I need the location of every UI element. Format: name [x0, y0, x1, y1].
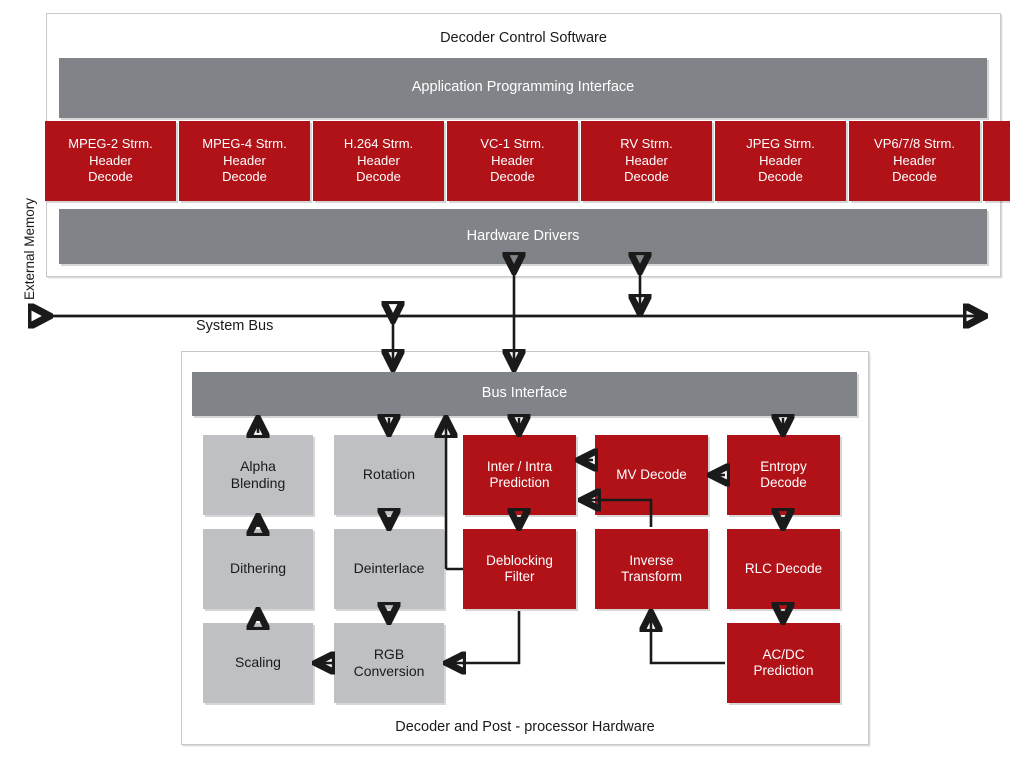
- external-memory-label: External Memory: [22, 197, 37, 300]
- codec-line1: VC-1 Strm.: [480, 135, 545, 151]
- codec-line1: H.264 Strm.: [343, 135, 414, 151]
- hardware-drivers-bar: Hardware Drivers: [59, 209, 987, 264]
- codec-block-rv: RV Strm. Header Decode: [581, 121, 712, 201]
- block-rgb-conversion: RGB Conversion: [334, 623, 444, 703]
- codec-line3: Decode: [356, 169, 401, 185]
- codec-line2: Header: [89, 152, 132, 168]
- codec-line1: MPEG-2 Strm.: [68, 135, 153, 151]
- bus-interface-label: Bus Interface: [481, 385, 568, 402]
- bus-interface-bar: Bus Interface: [192, 372, 857, 416]
- codec-line1: RV Strm.: [620, 135, 673, 151]
- codec-line3: Decode: [624, 169, 669, 185]
- block-line2: Prediction: [753, 663, 814, 678]
- codec-line2: Header: [625, 152, 668, 168]
- block-dithering: Dithering: [203, 529, 313, 609]
- block-line1: Entropy: [760, 458, 807, 474]
- block-rlc-decode: RLC Decode: [727, 529, 840, 609]
- block-line1: Inverse: [629, 552, 674, 568]
- api-bar-label: Application Programming Interface: [411, 79, 635, 96]
- block-deblocking-filter: Deblocking Filter: [463, 529, 576, 609]
- codec-line3: Decode: [222, 169, 267, 185]
- block-line1: Alpha: [240, 457, 276, 474]
- system-bus-label: System Bus: [196, 318, 274, 334]
- block-line2: Blending: [230, 475, 286, 491]
- block-entropy-decode: Entropy Decode: [727, 435, 840, 515]
- block-line1: Scaling: [235, 654, 281, 671]
- block-line1: RLC Decode: [744, 560, 823, 576]
- codec-block-vc1: VC-1 Strm. Header Decode: [447, 121, 578, 201]
- api-bar: Application Programming Interface: [59, 58, 987, 118]
- block-line1: AC/DC: [762, 646, 805, 662]
- block-line1: Deblocking: [486, 552, 553, 568]
- codec-line2: Header: [893, 152, 936, 168]
- codec-block-avs: AVS Strm. Header Decode: [983, 121, 1010, 201]
- codec-line2: Header: [357, 152, 400, 168]
- block-alpha-blending: Alpha Blending: [203, 435, 313, 515]
- block-inter-intra-prediction: Inter / Intra Prediction: [463, 435, 576, 515]
- block-inverse-transform: Inverse Transform: [595, 529, 708, 609]
- block-line1: Deinterlace: [353, 560, 425, 577]
- block-line2: Conversion: [353, 663, 425, 679]
- block-deinterlace: Deinterlace: [334, 529, 444, 609]
- codec-line1: VP6/7/8 Strm.: [874, 135, 955, 151]
- block-scaling: Scaling: [203, 623, 313, 703]
- codec-block-mpeg2: MPEG-2 Strm. Header Decode: [45, 121, 176, 201]
- block-line1: RGB: [373, 645, 405, 662]
- block-acdc-prediction: AC/DC Prediction: [727, 623, 840, 703]
- software-title: Decoder Control Software: [440, 30, 607, 46]
- codec-line2: Header: [759, 152, 802, 168]
- block-line1: Inter / Intra: [486, 458, 553, 474]
- codec-block-mpeg4: MPEG-4 Strm. Header Decode: [179, 121, 310, 201]
- block-line1: Dithering: [229, 560, 287, 577]
- block-rotation: Rotation: [334, 435, 444, 515]
- diagram-canvas: External Memory Decoder Control Software…: [0, 0, 1010, 764]
- block-line1: MV Decode: [616, 466, 687, 482]
- codec-line1: JPEG Strm.: [746, 135, 815, 151]
- codec-line1: MPEG-4 Strm.: [202, 135, 287, 151]
- hardware-drivers-label: Hardware Drivers: [466, 227, 580, 244]
- codec-line3: Decode: [88, 169, 133, 185]
- hardware-footer-label: Decoder and Post - processor Hardware: [395, 719, 655, 735]
- codec-line3: Decode: [892, 169, 937, 185]
- codec-line3: Decode: [490, 169, 535, 185]
- block-line1: Rotation: [362, 466, 416, 483]
- codec-line3: Decode: [758, 169, 803, 185]
- codec-line2: Header: [223, 152, 266, 168]
- codec-line2: Header: [491, 152, 534, 168]
- codec-block-vp678: VP6/7/8 Strm. Header Decode: [849, 121, 980, 201]
- codec-block-jpeg: JPEG Strm. Header Decode: [715, 121, 846, 201]
- codec-block-h264: H.264 Strm. Header Decode: [313, 121, 444, 201]
- block-line2: Decode: [760, 475, 807, 490]
- block-line2: Transform: [620, 569, 682, 584]
- block-line2: Prediction: [489, 475, 550, 490]
- block-mv-decode: MV Decode: [595, 435, 708, 515]
- block-line2: Filter: [504, 569, 535, 584]
